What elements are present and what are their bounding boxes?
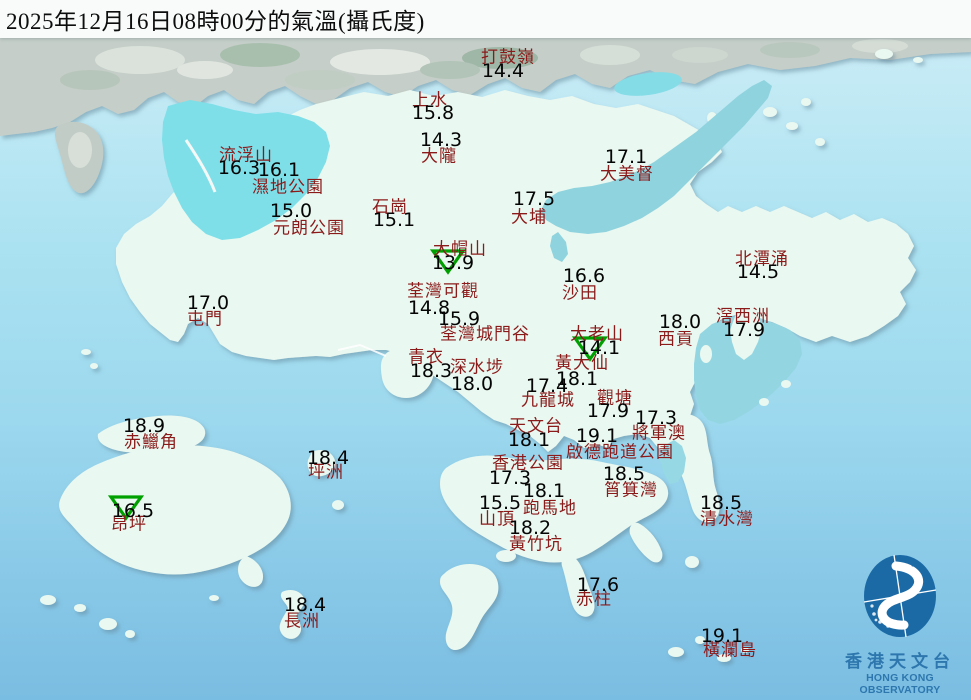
hko-logo-name-en: HONG KONG OBSERVATORY xyxy=(831,672,969,696)
hong-kong-map xyxy=(0,0,971,700)
title-bar: 2025年12月16日08時00分的氣溫(攝氏度) xyxy=(0,0,971,38)
hko-temperature-map-page: 打鼓嶺 14.4 上水 15.8 大隴 14.3 流浮山 16.3 濕地公園 1… xyxy=(0,0,971,700)
map-title: 2025年12月16日08時00分的氣溫(攝氏度) xyxy=(0,2,425,36)
hko-logo-name-cn: 香港天文台 xyxy=(831,647,969,672)
hko-logo: 香港天文台 HONG KONG OBSERVATORY xyxy=(831,551,969,696)
hko-logo-icon xyxy=(854,551,946,641)
